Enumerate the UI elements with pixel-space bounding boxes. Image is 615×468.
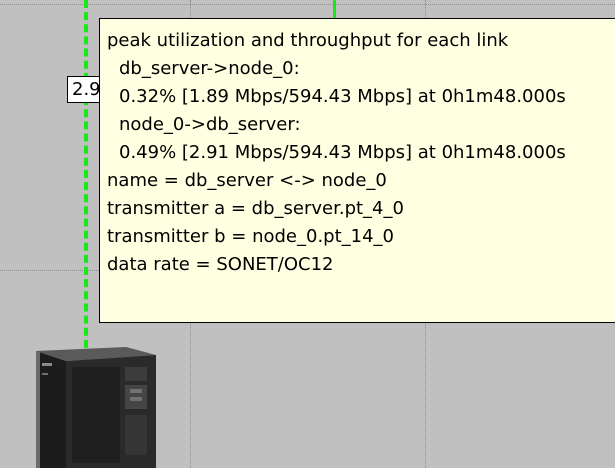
tooltip-utilization-stats: 0.49% [2.91 Mbps/594.43 Mbps] at 0h1m48.…	[119, 142, 566, 163]
tooltip-heading: peak utilization and throughput for each…	[107, 30, 509, 51]
network-link-db-server-node-0[interactable]	[84, 0, 88, 360]
network-link[interactable]	[333, 0, 336, 18]
tooltip-transmitter-a: transmitter a = db_server.pt_4_0	[107, 198, 404, 219]
tooltip-link-name: name = db_server <-> node_0	[107, 170, 387, 191]
tooltip-direction-label: db_server->node_0:	[119, 58, 300, 79]
tooltip-transmitter-b: transmitter b = node_0.pt_14_0	[107, 226, 395, 247]
grid-line	[0, 4, 615, 5]
tooltip-data-rate: data rate = SONET/OC12	[107, 254, 334, 275]
network-canvas[interactable]: 2.9 peak utilization and throughput for …	[0, 0, 615, 468]
link-info-tooltip: peak utilization and throughput for each…	[99, 18, 615, 323]
server-tower-icon[interactable]	[30, 345, 158, 468]
tooltip-direction-label: node_0->db_server:	[119, 114, 301, 135]
tooltip-utilization-stats: 0.32% [1.89 Mbps/594.43 Mbps] at 0h1m48.…	[119, 86, 566, 107]
